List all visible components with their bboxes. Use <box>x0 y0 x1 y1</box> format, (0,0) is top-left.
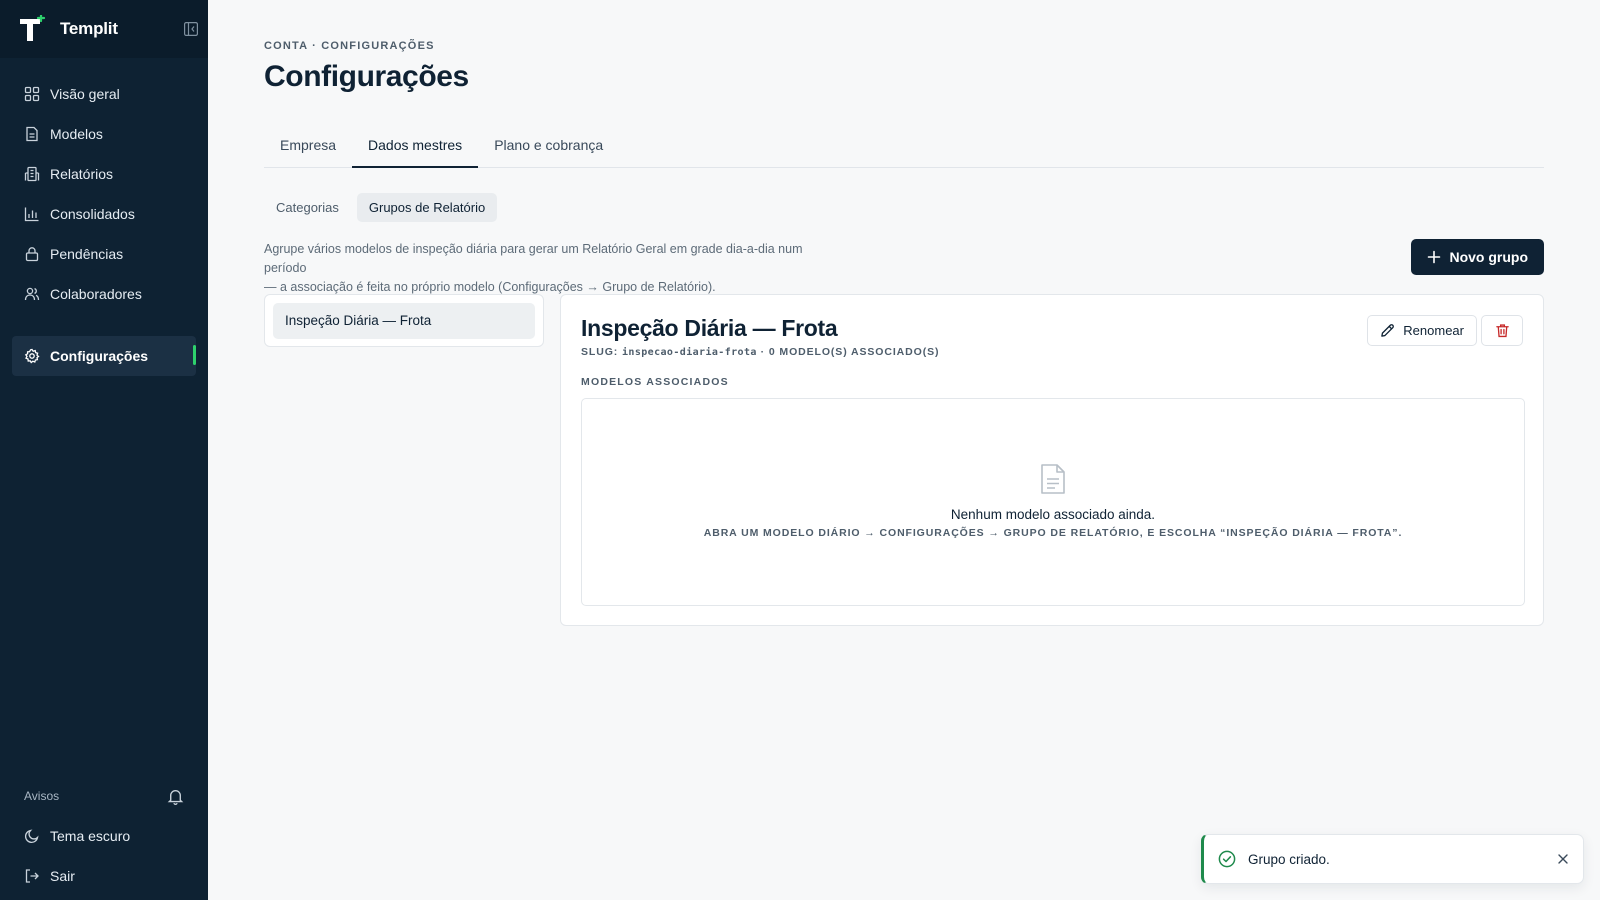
section-description: Agrupe vários modelos de inspeção diária… <box>264 240 844 297</box>
nav-item-label: Colaboradores <box>50 286 142 302</box>
nav-item-pendencias[interactable]: Pendências <box>0 234 208 274</box>
new-group-button[interactable]: Novo grupo <box>1411 239 1544 275</box>
nav-item-label: Configurações <box>50 348 149 364</box>
models-count: · 0 MODELO(S) ASSOCIADO(S) <box>756 346 940 358</box>
master-data-subtabs: Categorias Grupos de Relatório <box>264 193 498 222</box>
dark-theme-toggle[interactable]: Tema escuro <box>0 816 208 856</box>
group-title: Inspeção Diária — Frota <box>581 315 838 341</box>
nav-item-configuracoes[interactable]: Configurações <box>12 336 196 376</box>
check-circle-icon <box>1218 850 1236 868</box>
tab-dados-mestres[interactable]: Dados mestres <box>352 130 479 168</box>
gear-icon <box>24 348 40 364</box>
bell-icon[interactable] <box>167 788 184 805</box>
empty-state-hint: ABRA UM MODELO DIÁRIO → CONFIGURAÇÕES → … <box>703 527 1403 539</box>
nav-item-colaboradores[interactable]: Colaboradores <box>0 274 208 314</box>
document-icon <box>24 126 40 142</box>
slug-prefix: SLUG: <box>581 346 622 358</box>
nav-item-consolidados[interactable]: Consolidados <box>0 194 208 234</box>
subtab-categorias[interactable]: Categorias <box>264 193 351 222</box>
lock-icon <box>24 246 40 262</box>
close-icon[interactable] <box>1557 853 1569 865</box>
brand-header: Templit <box>0 0 208 58</box>
delete-button[interactable] <box>1481 315 1523 346</box>
breadcrumb: CONTA · CONFIGURAÇÕES <box>264 40 435 52</box>
nav-item-label: Pendências <box>50 246 124 262</box>
sidebar: Templit Visão geral Modelos Relatórios C… <box>0 0 208 900</box>
plus-icon <box>1427 250 1441 264</box>
nav-separator <box>0 314 208 336</box>
notices-label: Avisos <box>24 789 60 803</box>
pencil-icon <box>1380 323 1395 338</box>
nav-item-relatorios[interactable]: Relatórios <box>0 154 208 194</box>
logout-label: Sair <box>50 868 75 884</box>
building-icon <box>24 166 40 182</box>
trash-icon <box>1495 323 1510 338</box>
tab-plano-cobranca[interactable]: Plano e cobrança <box>478 130 619 168</box>
rename-button[interactable]: Renomear <box>1367 315 1477 346</box>
main-content: CONTA · CONFIGURAÇÕES Configurações Empr… <box>208 0 1600 900</box>
associated-models-heading: MODELOS ASSOCIADOS <box>581 376 729 388</box>
bar-chart-icon <box>24 206 40 222</box>
logout-icon <box>24 868 40 884</box>
nav-item-visao-geral[interactable]: Visão geral <box>0 74 208 114</box>
main-nav: Visão geral Modelos Relatórios Consolida… <box>0 58 208 376</box>
group-meta: SLUG: inspecao-diaria-frota · 0 MODELO(S… <box>581 346 939 358</box>
associated-models-empty-state: Nenhum modelo associado ainda. ABRA UM M… <box>581 398 1525 606</box>
group-list: Inspeção Diária — Frota <box>264 294 544 347</box>
page-title: Configurações <box>264 60 469 93</box>
nav-item-label: Relatórios <box>50 166 114 182</box>
settings-tabs: Empresa Dados mestres Plano e cobrança <box>264 130 1544 168</box>
notices-row: Avisos <box>0 776 208 816</box>
group-item-inspecao-diaria-frota[interactable]: Inspeção Diária — Frota <box>273 303 535 339</box>
toast-message: Grupo criado. <box>1248 851 1330 867</box>
description-line: Agrupe vários modelos de inspeção diária… <box>264 242 803 275</box>
dark-theme-label: Tema escuro <box>50 828 131 844</box>
sidebar-bottom: Avisos Tema escuro Sair <box>0 776 208 900</box>
users-icon <box>24 286 40 302</box>
group-slug: inspecao-diaria-frota <box>621 347 757 358</box>
app-name: Templit <box>60 19 118 38</box>
collapse-sidebar-icon[interactable] <box>184 22 198 36</box>
new-group-label: Novo grupo <box>1449 249 1528 265</box>
document-icon <box>1039 463 1067 495</box>
nav-item-label: Modelos <box>50 126 103 142</box>
moon-icon <box>24 828 40 844</box>
nav-item-label: Consolidados <box>50 206 135 222</box>
nav-item-label: Visão geral <box>50 86 120 102</box>
templit-logo-icon <box>18 15 46 43</box>
grid-icon <box>24 86 40 102</box>
rename-label: Renomear <box>1403 323 1464 338</box>
logout-button[interactable]: Sair <box>0 856 208 896</box>
subtab-grupos-relatorio[interactable]: Grupos de Relatório <box>356 193 498 222</box>
nav-item-modelos[interactable]: Modelos <box>0 114 208 154</box>
group-detail-panel: Inspeção Diária — Frota SLUG: inspecao-d… <box>560 294 1544 626</box>
tab-empresa[interactable]: Empresa <box>264 130 352 168</box>
success-toast: Grupo criado. <box>1201 834 1584 884</box>
empty-state-title: Nenhum modelo associado ainda. <box>950 507 1156 522</box>
